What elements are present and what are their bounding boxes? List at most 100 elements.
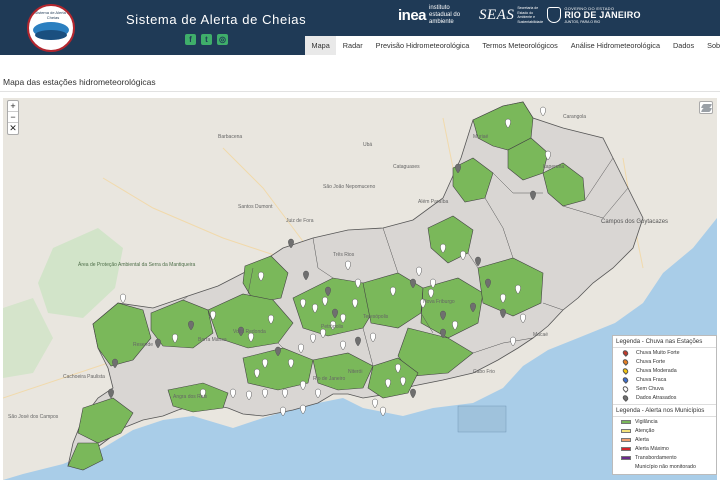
rain-legend-label: Sem Chuva (636, 385, 664, 392)
place-label: Muriaé (473, 134, 489, 140)
rain-legend-label: Chuva Muito Forte (636, 349, 680, 356)
rain-legend-item: Chuva Forte (613, 357, 716, 366)
alert-color-swatch (621, 419, 631, 424)
coastal-box (457, 405, 507, 433)
alert-legend-item: Município não monitorado (613, 462, 716, 471)
rj-crest-icon (547, 7, 562, 23)
place-label: Teresópolis (363, 314, 389, 320)
place-label: Juiz de Fora (286, 218, 314, 224)
rj-government-logo[interactable]: GOVERNO DO ESTADO RIO DE JANEIRO JUNTOS,… (564, 5, 640, 26)
alert-legend-item: Alerta (613, 435, 716, 444)
map-legend: Legenda - Chuva nas Estações Chuva Muito… (612, 335, 717, 475)
tab-dados[interactable]: Dados (667, 36, 701, 55)
rain-legend-label: Dados Atrasados (636, 394, 677, 401)
inea-subtitle: instituto estadual do ambiente (429, 4, 461, 25)
rain-legend-title: Legenda - Chuva nas Estações (613, 336, 716, 348)
place-label: Petrópolis (321, 324, 344, 330)
alert-color-swatch (621, 464, 631, 469)
protected-area (38, 228, 123, 318)
place-label: Nova Friburgo (423, 299, 455, 305)
alert-legend-item: Transbordamento (613, 453, 716, 462)
seas-logo[interactable]: SEAS (479, 7, 514, 24)
rain-legend-item: Sem Chuva (613, 384, 716, 393)
place-label: Três Rios (333, 252, 355, 258)
place-label: São José dos Campos (8, 414, 59, 420)
place-label: São João Nepomuceno (323, 184, 375, 190)
place-label: Macaé (533, 332, 548, 338)
rain-legend-list: Chuva Muito Forte Chuva Forte Chuva Modera… (613, 348, 716, 402)
logo-wave-icon (35, 30, 67, 40)
place-label: Santos Dumont (238, 204, 273, 210)
place-label: Ubá (363, 142, 372, 148)
layers-icon (700, 108, 713, 112)
rain-legend-label: Chuva Fraca (636, 376, 667, 383)
place-label: Rio de Janeiro (313, 376, 345, 382)
place-label: Resende (133, 342, 153, 348)
alert-legend-item: Atenção (613, 426, 716, 435)
station-pin-icon (621, 366, 630, 375)
rain-legend-item: Chuva Moderada (613, 366, 716, 375)
inea-logo[interactable]: inea (398, 7, 427, 24)
alert-legend-label: Alerta (635, 436, 649, 443)
logo-caption: Sistema de Alerta de Cheias (34, 10, 72, 20)
place-label: Carangola (563, 114, 586, 120)
station-pin-icon (621, 375, 630, 384)
tab-mapa[interactable]: Mapa (305, 36, 337, 55)
alert-legend-item: Vigilância (613, 417, 716, 426)
place-label: Área de Proteção Ambiental da Serra da M… (78, 261, 196, 268)
alert-color-swatch (621, 437, 631, 442)
place-label: Campos dos Goytacazes (601, 219, 668, 225)
stations-map[interactable]: Barbacena Ubá Muriaé Juiz de Fora Santos… (3, 98, 717, 480)
station-marker-icon[interactable] (120, 293, 126, 304)
place-label: Cachoeira Paulista (63, 374, 105, 380)
reset-view-button[interactable]: ✕ (8, 123, 18, 134)
tab-sobre[interactable]: Sobre (701, 36, 720, 55)
rain-legend-label: Chuva Moderada (636, 367, 677, 374)
rain-legend-item: Chuva Fraca (613, 375, 716, 384)
place-label: Angra dos Reis (173, 394, 208, 400)
page-title: Mapa das estações hidrometeorológicas (3, 77, 156, 87)
protected-area (3, 298, 53, 378)
station-marker-icon[interactable] (372, 398, 378, 409)
tab-termos-meteorologicos[interactable]: Termos Meteorológicos (476, 36, 564, 55)
zoom-in-button[interactable]: + (8, 101, 18, 112)
instagram-icon[interactable]: ◎ (217, 34, 228, 45)
tab-radar[interactable]: Radar (336, 36, 369, 55)
rj-main-text: RIO DE JANEIRO (564, 9, 641, 20)
partner-logos: inea instituto estadual do ambiente SEAS… (398, 5, 641, 25)
zoom-control: + − ✕ (7, 100, 19, 135)
twitter-icon[interactable]: t (201, 34, 212, 45)
alert-legend-label: Município não monitorado (635, 463, 696, 470)
station-pin-icon (621, 384, 630, 393)
station-pin-icon (621, 348, 630, 357)
station-marker-icon[interactable] (410, 388, 416, 399)
rain-legend-item: Chuva Muito Forte (613, 348, 716, 357)
place-label: Cabo Frio (473, 369, 495, 375)
layers-button[interactable] (699, 101, 713, 114)
rj-bottom-text: JUNTOS, PARA O RIO (564, 19, 601, 24)
alert-color-swatch (621, 446, 631, 451)
site-logo[interactable]: Sistema de Alerta de Cheias (27, 4, 75, 52)
title-divider (0, 91, 720, 92)
tab-analise-hidrometeorologica[interactable]: Análise Hidrometeorológica (564, 36, 666, 55)
facebook-icon[interactable]: f (185, 34, 196, 45)
alert-color-swatch (621, 455, 631, 460)
place-label: Barra Mansa (198, 337, 227, 343)
station-marker-icon[interactable] (540, 106, 546, 117)
station-pin-icon (621, 357, 630, 366)
alert-legend-list: Vigilância Atenção Alerta Alerta Máximo Tran… (613, 417, 716, 471)
site-title: Sistema de Alerta de Cheias (126, 12, 307, 27)
zoom-out-button[interactable]: − (8, 112, 18, 123)
tab-previsao-hidrometeorologica[interactable]: Previsão Hidrometeorológica (369, 36, 476, 55)
alert-legend-label: Atenção (635, 427, 655, 434)
map-canvas[interactable]: Barbacena Ubá Muriaé Juiz de Fora Santos… (3, 98, 717, 480)
social-links: f t ◎ (185, 34, 228, 45)
alert-legend-title: Legenda - Alerta nos Municípios (613, 404, 716, 417)
place-label: Além Paraíba (418, 199, 449, 205)
alert-legend-label: Transbordamento (635, 454, 677, 461)
place-label: Barbacena (218, 134, 242, 140)
alert-legend-label: Vigilância (635, 418, 658, 425)
main-nav: Mapa Radar Previsão Hidrometeorológica T… (305, 36, 720, 55)
alert-legend-item: Alerta Máximo (613, 444, 716, 453)
place-label: Niterói (348, 369, 362, 375)
